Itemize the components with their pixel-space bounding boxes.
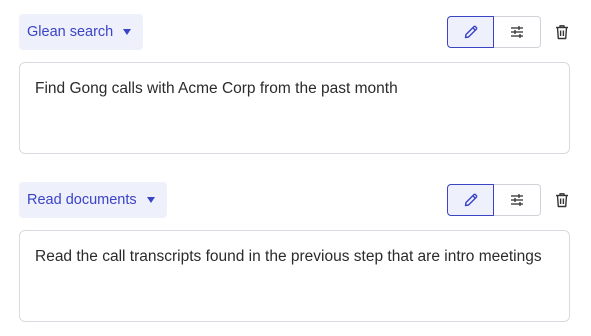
step-1-header: Glean search (19, 14, 570, 52)
pencil-icon (464, 25, 477, 39)
prompt-input[interactable]: Read the call transcripts found in the p… (19, 230, 570, 322)
mode-toggle-group (447, 16, 541, 48)
action-dropdown-label: Read documents (27, 192, 137, 208)
delete-step-button[interactable] (552, 184, 572, 216)
trash-icon (556, 25, 568, 40)
delete-step-button[interactable] (552, 16, 572, 48)
chevron-down-icon (123, 29, 132, 35)
trash-icon (556, 193, 568, 208)
action-dropdown-label: Glean search (27, 24, 114, 40)
chevron-down-icon (146, 197, 155, 203)
action-dropdown[interactable]: Read documents (19, 182, 167, 218)
edit-mode-button[interactable] (447, 184, 494, 216)
step-2: Read documents Read the call transcripts… (19, 182, 570, 322)
step-2-header: Read documents (19, 182, 570, 220)
pencil-icon (464, 193, 477, 207)
mode-toggle-group (447, 184, 541, 216)
prompt-input[interactable]: Find Gong calls with Acme Corp from the … (19, 62, 570, 154)
action-dropdown[interactable]: Glean search (19, 14, 144, 50)
settings-mode-button[interactable] (494, 16, 541, 48)
step-1: Glean search Find Gong calls with Acme C… (19, 14, 570, 154)
sliders-icon (511, 26, 523, 38)
sliders-icon (511, 194, 523, 206)
settings-mode-button[interactable] (494, 184, 541, 216)
edit-mode-button[interactable] (447, 16, 494, 48)
